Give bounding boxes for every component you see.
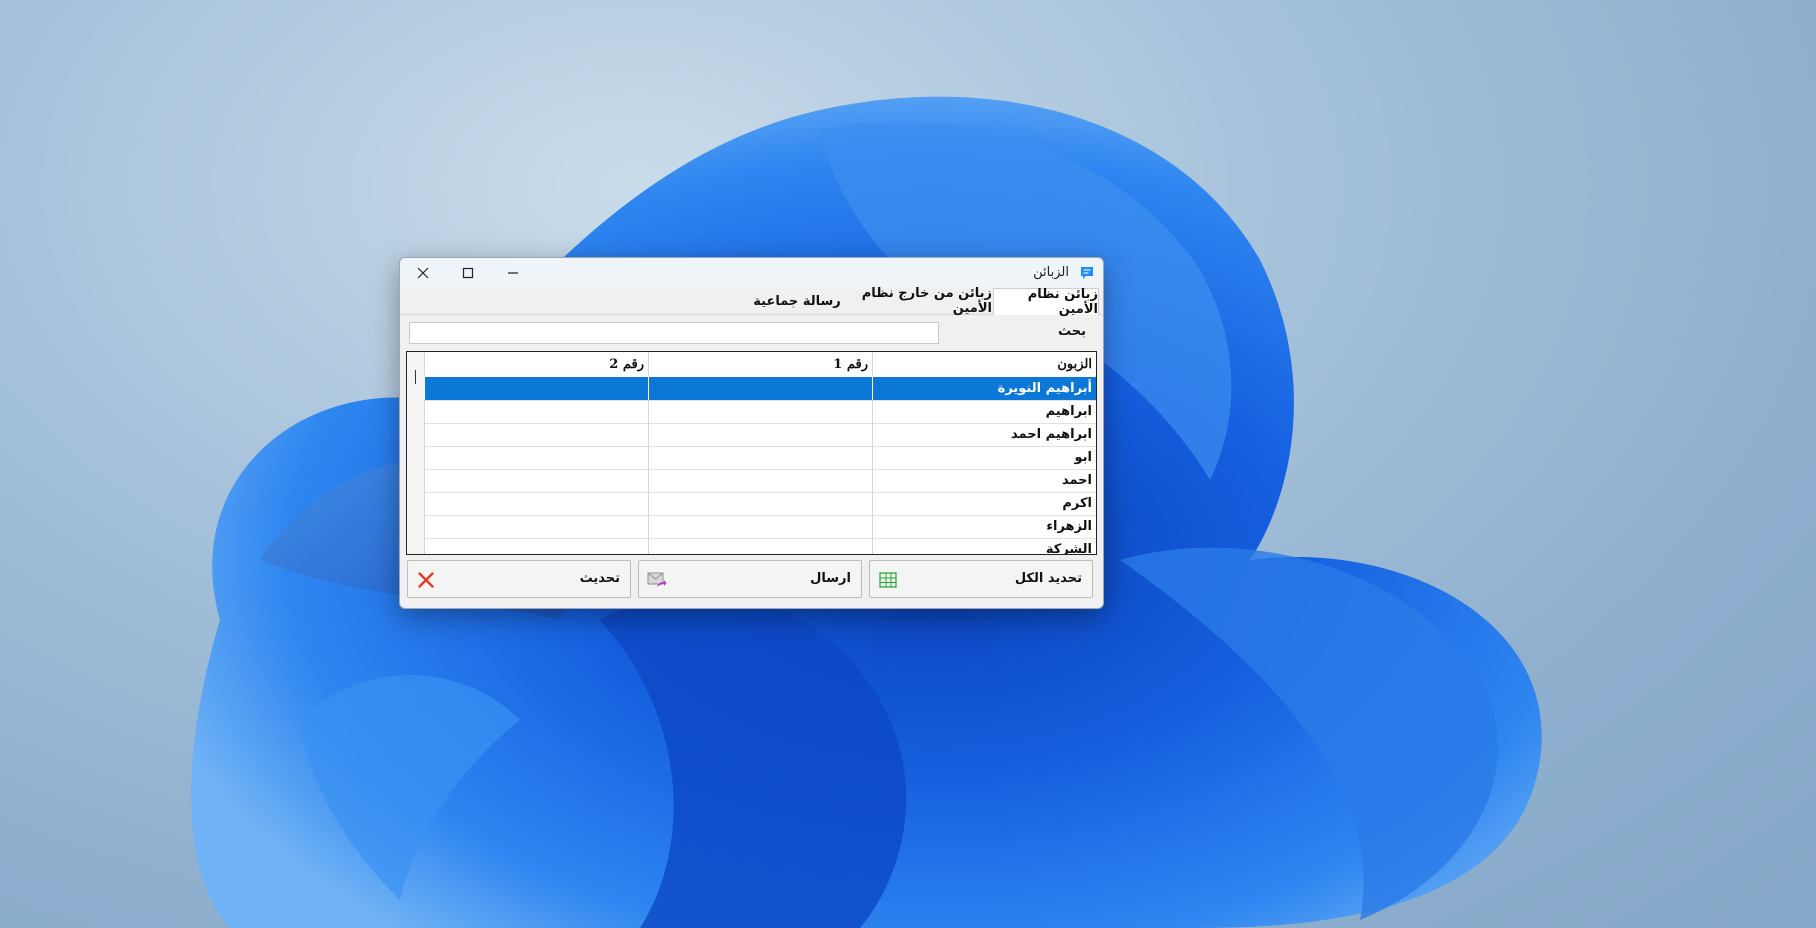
number-2-cell — [424, 446, 648, 469]
number-1-cell — [648, 538, 872, 554]
tab-label: زبائن نظام الأمين — [1027, 287, 1098, 317]
number-2-cell — [424, 400, 648, 423]
customer-name-cell: ابراهيم — [872, 400, 1096, 423]
customer-name-cell: الشركة — [872, 538, 1096, 554]
close-icon — [417, 267, 429, 279]
column-header-customer[interactable]: الزبون — [872, 352, 1096, 377]
tab-label: رسالة جماعية — [753, 293, 841, 309]
close-red-icon — [418, 572, 434, 588]
number-1-cell — [648, 377, 872, 400]
number-2-cell — [424, 469, 648, 492]
minimize-icon — [508, 272, 518, 274]
number-2-cell — [424, 515, 648, 538]
tab-external-customers[interactable]: زبائن من خارج نظام الأمين — [842, 286, 992, 316]
tab-strip: زبائن نظام الأمين زبائن من خارج نظام الأ… — [400, 286, 1103, 317]
row-header-column — [407, 352, 425, 554]
customers-window: الزبائن زبائن نظام الأمين زبائن من خارج … — [399, 257, 1104, 609]
table-row[interactable]: الزهراء — [424, 515, 1096, 539]
number-2-cell — [424, 492, 648, 515]
select-all-button[interactable]: تحديد الكل — [869, 560, 1093, 598]
customer-name-cell: ابو — [872, 446, 1096, 469]
title-bar: الزبائن — [400, 258, 1103, 288]
table-row[interactable]: احمد — [424, 469, 1096, 493]
tab-label: زبائن من خارج نظام الأمين — [861, 286, 992, 316]
table-row[interactable]: أبراهيم النويرة — [424, 377, 1096, 401]
number-1-cell — [648, 400, 872, 423]
select-all-label: تحديد الكل — [1014, 571, 1082, 586]
current-row-marker — [415, 370, 416, 384]
table-grid-icon — [879, 572, 897, 588]
tab-bulk-message[interactable]: رسالة جماعية — [753, 290, 841, 312]
window-title: الزبائن — [1033, 265, 1069, 280]
customer-name-cell: اكرم — [872, 492, 1096, 515]
customer-name-cell: ابراهيم احمد — [872, 423, 1096, 446]
customer-name-cell: احمد — [872, 469, 1096, 492]
customer-name-cell: الزهراء — [872, 515, 1096, 538]
minimize-button[interactable] — [490, 258, 536, 288]
number-1-cell — [648, 469, 872, 492]
number-1-cell — [648, 515, 872, 538]
grid-header: الزبون رقم 1 رقم 2 — [424, 352, 1096, 378]
refresh-button[interactable]: تحديث — [407, 560, 631, 598]
table-row[interactable]: اكرم — [424, 492, 1096, 516]
maximize-button[interactable] — [445, 258, 491, 288]
table-row[interactable]: الشركة — [424, 538, 1096, 554]
column-header-number-1[interactable]: رقم 1 — [648, 352, 872, 377]
refresh-label: تحديث — [579, 571, 620, 586]
send-button[interactable]: ارسال — [638, 560, 862, 598]
number-2-cell — [424, 538, 648, 554]
maximize-icon — [462, 267, 474, 279]
number-2-cell — [424, 377, 648, 400]
chat-app-icon — [1081, 267, 1093, 279]
search-label: بحث — [1057, 324, 1086, 339]
table-row[interactable]: ابراهيم احمد — [424, 423, 1096, 447]
number-1-cell — [648, 492, 872, 515]
table-row[interactable]: ابو — [424, 446, 1096, 470]
send-mail-icon — [647, 572, 667, 587]
number-1-cell — [648, 423, 872, 446]
search-input[interactable] — [409, 322, 939, 344]
tab-internal-customers[interactable]: زبائن نظام الأمين — [993, 287, 1099, 317]
number-1-cell — [648, 446, 872, 469]
column-header-number-2[interactable]: رقم 2 — [424, 352, 648, 377]
close-button[interactable] — [400, 258, 446, 288]
customers-grid[interactable]: الزبون رقم 1 رقم 2 أبراهيم النويرة ابراه… — [406, 351, 1097, 555]
send-label: ارسال — [810, 571, 851, 586]
table-row[interactable]: ابراهيم — [424, 400, 1096, 424]
customer-name-cell: أبراهيم النويرة — [872, 377, 1096, 400]
number-2-cell — [424, 423, 648, 446]
